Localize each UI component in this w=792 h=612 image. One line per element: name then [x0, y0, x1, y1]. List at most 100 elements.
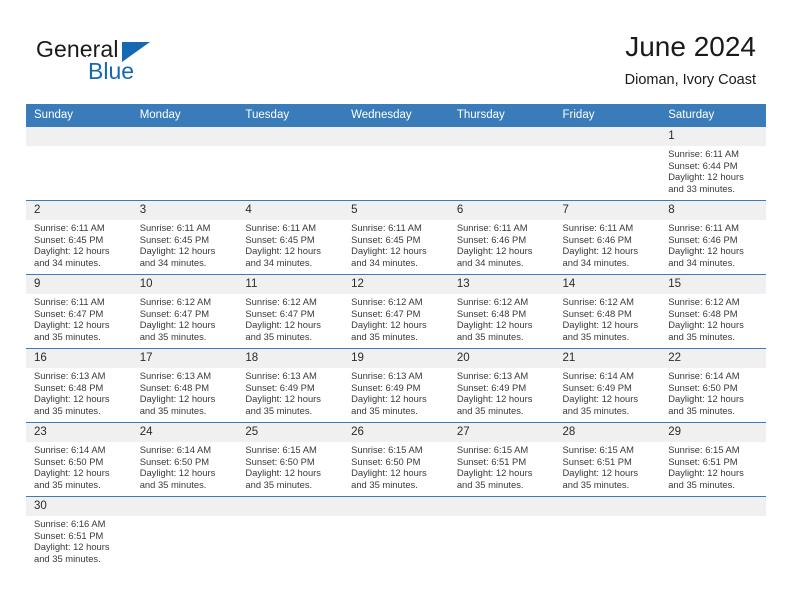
calendar-week-row: 23 Sunrise: 6:14 AM Sunset: 6:50 PM Dayligh… — [26, 422, 766, 497]
sunset-time: Sunset: 6:50 PM — [351, 455, 421, 467]
day-cell-inner: 25 Sunrise: 6:15 AM Sunset: 6:50 PM Dayligh… — [237, 423, 344, 496]
calendar-day-cell[interactable]: 2 Sunrise: 6:11 AM Sunset: 6:45 PM Daylight… — [26, 200, 132, 275]
day-cell-inner: 3 Sunrise: 6:11 AM Sunset: 6:45 PM Daylight… — [131, 201, 238, 274]
calendar-day-cell[interactable]: 28 Sunrise: 6:15 AM Sunset: 6:51 PM Dayligh… — [554, 422, 661, 497]
daylight-duration-line2: and 34 minutes. — [34, 256, 101, 268]
calendar-day-cell[interactable]: 23 Sunrise: 6:14 AM Sunset: 6:50 PM Dayligh… — [26, 422, 132, 497]
day-number: 25 — [237, 423, 344, 442]
daylight-duration-line2: and 35 minutes. — [34, 478, 101, 490]
daylight-duration-line2: and 35 minutes. — [351, 404, 418, 416]
calendar-day-cell[interactable]: 19 Sunrise: 6:13 AM Sunset: 6:49 PM Dayligh… — [343, 348, 449, 423]
calendar-day-cell[interactable]: 8 Sunrise: 6:11 AM Sunset: 6:46 PM Daylight… — [660, 200, 766, 275]
calendar-day-cell[interactable]: 30 Sunrise: 6:16 AM Sunset: 6:51 PM Dayligh… — [26, 496, 132, 570]
day-number: 29 — [660, 423, 766, 442]
weekday-header-thursday: Thursday — [448, 104, 555, 127]
day-number — [448, 497, 555, 516]
sunset-time: Sunset: 6:46 PM — [668, 233, 738, 245]
weekday-header-friday: Friday — [554, 104, 661, 127]
sunrise-time: Sunrise: 6:15 AM — [245, 444, 317, 455]
calendar-day-cell[interactable]: 3 Sunrise: 6:11 AM Sunset: 6:45 PM Daylight… — [131, 200, 238, 275]
day-cell-inner: 21 Sunrise: 6:14 AM Sunset: 6:49 PM Dayligh… — [554, 349, 661, 422]
day-cell-inner: 27 Sunrise: 6:15 AM Sunset: 6:51 PM Dayligh… — [448, 423, 555, 496]
calendar-day-cell[interactable]: 29 Sunrise: 6:15 AM Sunset: 6:51 PM Dayligh… — [660, 422, 766, 497]
daylight-duration-line1: Daylight: 12 hours — [34, 245, 110, 257]
sunrise-time: Sunrise: 6:12 AM — [668, 296, 740, 307]
weekday-header-tuesday: Tuesday — [237, 104, 344, 127]
sunrise-time: Sunrise: 6:11 AM — [139, 222, 211, 233]
daylight-duration-line1: Daylight: 12 hours — [562, 467, 639, 479]
day-number: 6 — [448, 201, 555, 220]
calendar-day-cell[interactable]: 13 Sunrise: 6:12 AM Sunset: 6:48 PM Dayligh… — [448, 274, 555, 349]
day-cell-inner: 4 Sunrise: 6:11 AM Sunset: 6:45 PM Daylight… — [237, 201, 344, 274]
daylight-duration-line1: Daylight: 12 hours — [245, 319, 321, 331]
calendar-day-cell[interactable]: 1 Sunrise: 6:11 AM Sunset: 6:44 PM Daylight… — [660, 127, 766, 201]
general-blue-logo[interactable]: General Blue — [36, 36, 216, 90]
daylight-duration-line1: Daylight: 12 hours — [351, 393, 427, 405]
daylight-duration-line2: and 35 minutes. — [562, 404, 630, 416]
calendar-day-cell[interactable]: 12 Sunrise: 6:12 AM Sunset: 6:47 PM Dayligh… — [343, 274, 449, 349]
day-number: 21 — [554, 349, 661, 368]
daylight-duration-line2: and 35 minutes. — [668, 478, 735, 490]
calendar-day-cell-empty — [237, 127, 344, 201]
day-cell-inner — [448, 497, 555, 570]
day-cell-inner — [343, 127, 449, 200]
daylight-duration-line1: Daylight: 12 hours — [668, 171, 744, 183]
day-cell-inner — [343, 497, 449, 570]
calendar-day-cell[interactable]: 7 Sunrise: 6:11 AM Sunset: 6:46 PM Daylight… — [554, 200, 661, 275]
daylight-duration-line1: Daylight: 12 hours — [351, 319, 427, 331]
daylight-duration-line2: and 35 minutes. — [668, 330, 735, 342]
daylight-duration-line1: Daylight: 12 hours — [668, 245, 744, 257]
calendar-day-cell[interactable]: 4 Sunrise: 6:11 AM Sunset: 6:45 PM Daylight… — [237, 200, 344, 275]
calendar-day-cell[interactable]: 15 Sunrise: 6:12 AM Sunset: 6:48 PM Dayligh… — [660, 274, 766, 349]
day-cell-inner — [448, 127, 555, 200]
calendar-week-row: 9 Sunrise: 6:11 AM Sunset: 6:47 PM Daylight… — [26, 274, 766, 349]
calendar-day-cell[interactable]: 20 Sunrise: 6:13 AM Sunset: 6:49 PM Dayligh… — [448, 348, 555, 423]
calendar-day-cell[interactable]: 24 Sunrise: 6:14 AM Sunset: 6:50 PM Dayligh… — [131, 422, 238, 497]
calendar-day-cell[interactable]: 27 Sunrise: 6:15 AM Sunset: 6:51 PM Dayligh… — [448, 422, 555, 497]
calendar-day-cell[interactable]: 22 Sunrise: 6:14 AM Sunset: 6:50 PM Dayligh… — [660, 348, 766, 423]
sunrise-time: Sunrise: 6:12 AM — [562, 296, 634, 307]
calendar-day-cell[interactable]: 25 Sunrise: 6:15 AM Sunset: 6:50 PM Dayligh… — [237, 422, 344, 497]
day-details: Sunrise: 6:15 AM Sunset: 6:51 PM Daylight:… — [555, 442, 661, 490]
daylight-duration-line1: Daylight: 12 hours — [351, 467, 427, 479]
sunrise-time: Sunrise: 6:12 AM — [351, 296, 423, 307]
sunset-time: Sunset: 6:49 PM — [456, 381, 527, 393]
sunset-time: Sunset: 6:47 PM — [351, 307, 421, 319]
day-number: 23 — [26, 423, 132, 442]
day-number: 3 — [131, 201, 238, 220]
sunrise-time: Sunrise: 6:13 AM — [456, 370, 529, 381]
calendar-day-cell-empty — [554, 496, 661, 570]
calendar-day-cell[interactable]: 18 Sunrise: 6:13 AM Sunset: 6:49 PM Dayligh… — [237, 348, 344, 423]
day-details: Sunrise: 6:11 AM Sunset: 6:46 PM Daylight:… — [449, 220, 555, 268]
calendar-day-cell[interactable]: 11 Sunrise: 6:12 AM Sunset: 6:47 PM Dayligh… — [237, 274, 344, 349]
sunset-time: Sunset: 6:46 PM — [456, 233, 527, 245]
calendar-day-cell[interactable]: 6 Sunrise: 6:11 AM Sunset: 6:46 PM Daylight… — [448, 200, 555, 275]
weekday-header-saturday: Saturday — [660, 104, 766, 127]
sunset-time: Sunset: 6:49 PM — [351, 381, 421, 393]
calendar-day-cell[interactable]: 16 Sunrise: 6:13 AM Sunset: 6:48 PM Dayligh… — [26, 348, 132, 423]
calendar-day-cell-empty — [343, 127, 449, 201]
weekday-header-sunday: Sunday — [26, 104, 132, 127]
day-details: Sunrise: 6:13 AM Sunset: 6:49 PM Daylight:… — [449, 368, 555, 416]
calendar-day-cell[interactable]: 17 Sunrise: 6:13 AM Sunset: 6:48 PM Dayligh… — [131, 348, 238, 423]
calendar-day-cell[interactable]: 21 Sunrise: 6:14 AM Sunset: 6:49 PM Dayligh… — [554, 348, 661, 423]
day-number: 26 — [343, 423, 449, 442]
calendar-day-cell[interactable]: 26 Sunrise: 6:15 AM Sunset: 6:50 PM Dayligh… — [343, 422, 449, 497]
logo-text-blue: Blue — [88, 58, 135, 84]
day-details: Sunrise: 6:11 AM Sunset: 6:45 PM Daylight:… — [26, 220, 132, 268]
day-cell-inner: 29 Sunrise: 6:15 AM Sunset: 6:51 PM Dayligh… — [660, 423, 766, 496]
day-details: Sunrise: 6:15 AM Sunset: 6:51 PM Daylight:… — [449, 442, 555, 490]
calendar-day-cell[interactable]: 14 Sunrise: 6:12 AM Sunset: 6:48 PM Dayligh… — [554, 274, 661, 349]
daylight-duration-line1: Daylight: 12 hours — [139, 467, 216, 479]
daylight-duration-line1: Daylight: 12 hours — [245, 245, 321, 257]
calendar-day-cell-empty — [237, 496, 344, 570]
day-cell-inner: 26 Sunrise: 6:15 AM Sunset: 6:50 PM Dayligh… — [343, 423, 449, 496]
day-number — [131, 497, 238, 516]
calendar-day-cell-empty — [131, 496, 238, 570]
calendar-day-cell[interactable]: 9 Sunrise: 6:11 AM Sunset: 6:47 PM Daylight… — [26, 274, 132, 349]
day-details: Sunrise: 6:12 AM Sunset: 6:48 PM Daylight:… — [555, 294, 661, 342]
day-number — [554, 127, 661, 146]
calendar-day-cell[interactable]: 5 Sunrise: 6:11 AM Sunset: 6:45 PM Daylight… — [343, 200, 449, 275]
calendar-day-cell[interactable]: 10 Sunrise: 6:12 AM Sunset: 6:47 PM Dayligh… — [131, 274, 238, 349]
day-number: 17 — [131, 349, 238, 368]
